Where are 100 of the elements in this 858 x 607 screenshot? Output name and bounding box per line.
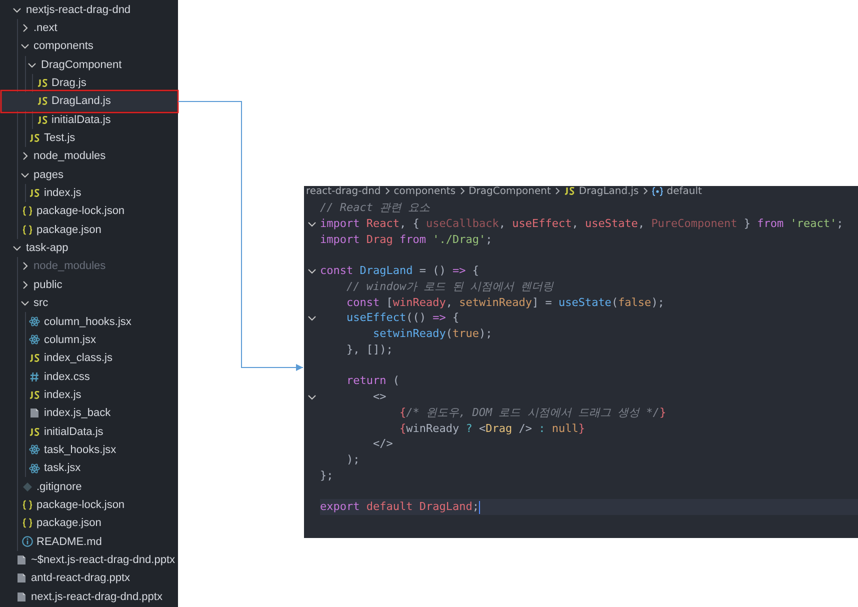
file-row[interactable]: package-lock.json <box>0 496 178 514</box>
code-line: useEffect(() => { <box>345 310 460 326</box>
code-line: }, []); <box>345 342 393 358</box>
file-name: README.md <box>36 536 102 548</box>
file-name: index.css <box>44 370 90 383</box>
file-name: task-app <box>26 242 68 254</box>
code-line: {winReady ? <Drag /> : null} <box>398 420 585 436</box>
file-name: node_modules <box>34 260 106 272</box>
file-row[interactable]: index_class.js <box>0 349 178 368</box>
file-name: task.jsx <box>44 462 81 474</box>
folder-row[interactable]: pages <box>0 166 178 184</box>
file-name: index.js <box>44 187 82 200</box>
file-row[interactable]: column_hooks.jsx <box>0 312 178 331</box>
folder-row[interactable]: DragComponent <box>0 56 178 74</box>
file-name: components <box>34 40 94 52</box>
folder-row[interactable]: components <box>0 37 178 56</box>
folder-row[interactable]: nextjs-react-drag-dnd <box>0 0 178 19</box>
code-line: </> <box>372 436 393 452</box>
code-line: import Drag from './Drag'; <box>320 232 492 248</box>
file-row[interactable]: initialData.js <box>0 110 178 129</box>
file-row[interactable]: task.jsx <box>0 459 178 478</box>
info-icon <box>22 536 32 548</box>
file-name: index.js <box>44 388 82 401</box>
braces-icon <box>22 500 32 510</box>
file-name: antd-react-drag.pptx <box>31 572 130 584</box>
file-row[interactable]: README.md <box>0 532 178 551</box>
file-icon <box>16 592 27 602</box>
js-file-icon <box>29 428 40 436</box>
code-line: import React, { useCallback, useEffect, useState, PureComponent } from 'react'; <box>320 216 844 232</box>
chevron-icon <box>20 298 30 308</box>
file-row[interactable]: index.css <box>0 367 178 386</box>
file-name: initialData.js <box>52 114 111 126</box>
code-comment: // window가 로드 된 시점에서 렌더링 <box>345 278 554 294</box>
folder-row[interactable]: src <box>0 294 178 312</box>
file-row[interactable]: task_hooks.jsx <box>0 440 178 460</box>
folder-row[interactable]: node_modules <box>0 147 178 166</box>
file-name: index.js_back <box>44 407 111 420</box>
breadcrumb-item[interactable]: react-drag-dnd <box>306 186 381 196</box>
file-name: ~$next.js-react-drag-dnd.pptx <box>31 554 175 566</box>
file-name: DragComponent <box>41 58 122 71</box>
file-name: package.json <box>36 517 102 530</box>
js-file-icon <box>564 187 575 195</box>
js-file-icon <box>36 79 48 88</box>
atom-icon <box>29 334 40 346</box>
file-name: index_class.js <box>44 352 112 364</box>
file-row[interactable]: antd-react-drag.pptx <box>0 569 178 588</box>
file-name: column_hooks.jsx <box>44 316 132 328</box>
js-file-icon <box>29 354 40 362</box>
breadcrumb-item[interactable]: DragLand.js <box>578 186 639 196</box>
code-line: export default DragLand; <box>320 499 479 515</box>
folder-row[interactable]: .next <box>0 18 178 38</box>
file-name: Drag.js <box>52 77 86 90</box>
folder-row[interactable]: public <box>0 276 178 294</box>
breadcrumb-item[interactable]: components <box>394 186 456 196</box>
file-row[interactable]: package.json <box>0 514 178 532</box>
js-file-icon <box>29 134 40 142</box>
file-row[interactable]: package.json <box>0 220 178 239</box>
file-name: src <box>34 297 48 310</box>
file-row[interactable]: Test.js <box>0 128 178 148</box>
file-row[interactable]: index.js <box>0 386 178 404</box>
file-name: package.json <box>36 224 102 236</box>
file-row[interactable]: .gitignore <box>0 477 178 496</box>
file-name: node_modules <box>34 150 106 162</box>
file-row[interactable]: ~$next.js-react-drag-dnd.pptx <box>0 550 178 570</box>
chevron-icon <box>20 41 30 52</box>
file-row[interactable]: Drag.js <box>0 74 178 92</box>
code-comment: // React 관련 요소 <box>320 200 430 216</box>
code-line: }; <box>320 468 334 484</box>
breadcrumb-item[interactable]: DragComponent <box>468 186 551 196</box>
file-name: package-lock.json <box>36 205 125 218</box>
file-name: column.jsx <box>44 334 96 346</box>
file-name: initialData.js <box>44 426 104 438</box>
file-row[interactable]: initialData.js <box>0 422 178 441</box>
file-icon <box>16 554 27 565</box>
file-row[interactable]: DragLand.js <box>0 92 178 111</box>
folder-row[interactable]: task-app <box>0 238 178 258</box>
js-file-icon <box>36 97 48 106</box>
file-icon <box>16 573 27 584</box>
file-row[interactable]: index.js <box>0 184 178 202</box>
file-name: nextjs-react-drag-dnd <box>26 4 131 16</box>
file-row[interactable]: next.js-react-drag-dnd.pptx <box>0 588 178 606</box>
file-row[interactable]: index.js_back <box>0 404 178 422</box>
atom-icon <box>29 444 40 456</box>
code-line: const [winReady, setwinReady] = useState(false); <box>345 294 664 310</box>
js-file-icon <box>29 390 40 399</box>
hash-icon <box>29 372 40 382</box>
fold-chevron-icon[interactable] <box>307 313 317 324</box>
file-name: .gitignore <box>36 480 82 493</box>
file-name: public <box>34 278 62 291</box>
code-line: ); <box>345 452 360 468</box>
chevron-icon <box>384 187 390 195</box>
braces-icon <box>22 224 32 235</box>
file-row[interactable]: column.jsx <box>0 330 178 350</box>
braces-icon <box>22 518 32 528</box>
code-line: const DragLand = () => { <box>320 263 479 279</box>
file-row[interactable]: package-lock.json <box>0 202 178 221</box>
file-icon <box>29 408 40 418</box>
file-name: .next <box>34 22 58 34</box>
breadcrumb-item[interactable]: default <box>666 186 702 196</box>
atom-icon <box>29 462 40 474</box>
